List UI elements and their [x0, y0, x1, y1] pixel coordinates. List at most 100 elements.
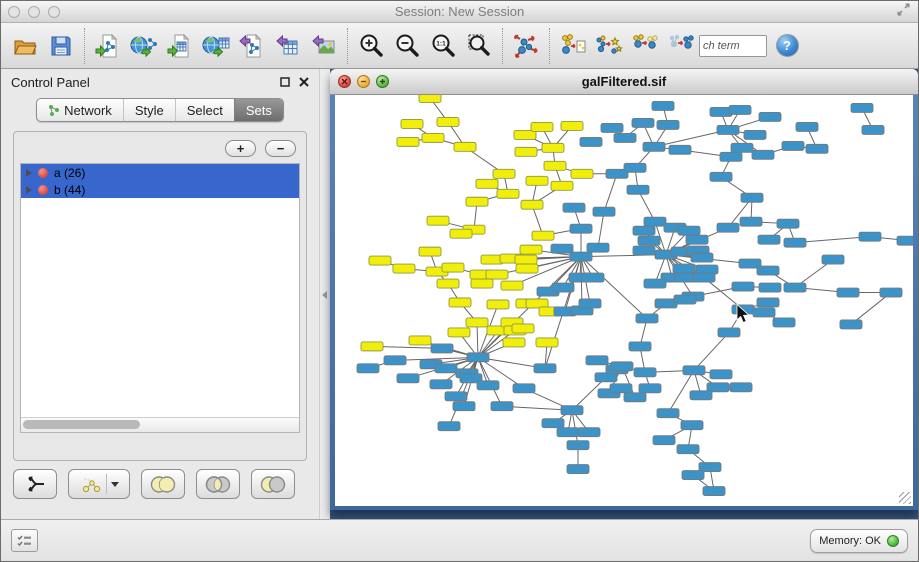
- export-image-button[interactable]: [306, 27, 342, 65]
- network-node[interactable]: [703, 487, 725, 496]
- network-node[interactable]: [445, 392, 467, 401]
- resize-grip[interactable]: [899, 492, 911, 504]
- network-node[interactable]: [369, 256, 391, 265]
- network-node[interactable]: [477, 381, 499, 390]
- tab-network[interactable]: Network: [37, 99, 123, 121]
- network-node[interactable]: [729, 105, 751, 114]
- network-node[interactable]: [361, 342, 383, 351]
- split-set-button[interactable]: [13, 469, 57, 499]
- network-node[interactable]: [674, 295, 696, 304]
- network-node[interactable]: [593, 207, 615, 216]
- network-node[interactable]: [491, 402, 513, 411]
- remove-set-button[interactable]: −: [265, 140, 296, 157]
- network-node[interactable]: [690, 391, 712, 400]
- network-node[interactable]: [513, 384, 535, 393]
- network-node[interactable]: [710, 172, 732, 181]
- network-node[interactable]: [476, 179, 498, 188]
- network-node[interactable]: [691, 253, 713, 262]
- network-node[interactable]: [638, 236, 660, 245]
- network-node[interactable]: [822, 255, 844, 264]
- network-node[interactable]: [453, 402, 475, 411]
- help-button[interactable]: ?: [775, 34, 799, 58]
- network-window-titlebar[interactable]: galFiltered.sif: [330, 69, 918, 95]
- network-node[interactable]: [563, 203, 585, 212]
- network-node[interactable]: [570, 252, 592, 261]
- network-node[interactable]: [427, 216, 449, 225]
- network-node[interactable]: [840, 320, 862, 329]
- network-node[interactable]: [880, 288, 902, 297]
- network-node[interactable]: [557, 428, 579, 437]
- export-network-button[interactable]: [234, 27, 270, 65]
- network-node[interactable]: [542, 419, 564, 428]
- network-node[interactable]: [634, 368, 656, 377]
- network-node[interactable]: [759, 112, 781, 121]
- network-node[interactable]: [614, 133, 636, 142]
- network-node[interactable]: [657, 409, 679, 418]
- network-node[interactable]: [471, 279, 493, 288]
- panel-splitter[interactable]: [319, 69, 330, 521]
- compare-networks-to-file-button[interactable]: [555, 27, 591, 65]
- tab-style[interactable]: Style: [123, 99, 175, 121]
- network-node[interactable]: [740, 217, 762, 226]
- network-node[interactable]: [610, 384, 632, 393]
- network-node[interactable]: [601, 123, 623, 132]
- tab-sets[interactable]: Sets: [234, 99, 283, 121]
- network-node[interactable]: [732, 282, 754, 291]
- network-node[interactable]: [579, 299, 601, 308]
- network-node[interactable]: [561, 121, 583, 130]
- network-node[interactable]: [580, 137, 602, 146]
- network-node[interactable]: [741, 193, 763, 202]
- set-row-a[interactable]: a (26): [21, 164, 299, 181]
- network-node[interactable]: [611, 362, 633, 371]
- network-window[interactable]: galFiltered.sif: [330, 69, 918, 510]
- network-node[interactable]: [673, 264, 695, 273]
- network-node[interactable]: [710, 370, 732, 379]
- network-node[interactable]: [544, 161, 566, 170]
- network-node[interactable]: [683, 366, 705, 375]
- fullscreen-icon[interactable]: [896, 2, 911, 22]
- network-node[interactable]: [639, 384, 661, 393]
- network-node[interactable]: [487, 300, 509, 309]
- network-node[interactable]: [851, 103, 873, 112]
- network-node[interactable]: [624, 163, 646, 172]
- memory-status-button[interactable]: Memory: OK: [810, 529, 908, 553]
- network-node[interactable]: [422, 133, 444, 142]
- network-node[interactable]: [466, 318, 488, 327]
- network-node[interactable]: [644, 279, 666, 288]
- network-node[interactable]: [644, 217, 666, 226]
- network-node[interactable]: [586, 356, 608, 365]
- network-node[interactable]: [859, 232, 881, 241]
- network-node[interactable]: [448, 328, 470, 337]
- network-node[interactable]: [806, 144, 828, 153]
- network-node[interactable]: [521, 200, 543, 209]
- network-node[interactable]: [744, 130, 766, 139]
- network-node[interactable]: [526, 176, 548, 185]
- network-node[interactable]: [627, 185, 649, 194]
- network-node[interactable]: [397, 137, 419, 146]
- zoom-actual-size-button[interactable]: 1:1: [425, 27, 461, 65]
- network-node[interactable]: [757, 298, 779, 307]
- network-node[interactable]: [784, 238, 806, 247]
- network-node[interactable]: [571, 169, 593, 178]
- network-node[interactable]: [435, 364, 457, 373]
- network-node[interactable]: [629, 342, 651, 351]
- network-node[interactable]: [536, 338, 558, 347]
- close-panel-icon[interactable]: [299, 75, 309, 90]
- network-node[interactable]: [401, 119, 423, 128]
- network-node[interactable]: [720, 152, 742, 161]
- network-node[interactable]: [520, 245, 542, 254]
- network-node[interactable]: [730, 383, 752, 392]
- network-node[interactable]: [531, 122, 553, 131]
- horizontal-scrollbar[interactable]: [21, 417, 299, 432]
- network-node[interactable]: [657, 120, 679, 129]
- network-node[interactable]: [437, 279, 459, 288]
- network-node[interactable]: [431, 344, 453, 353]
- network-node[interactable]: [796, 122, 818, 131]
- network-node[interactable]: [587, 243, 609, 252]
- network-node[interactable]: [636, 314, 658, 323]
- set-intersection-button[interactable]: [196, 469, 240, 499]
- network-node[interactable]: [419, 247, 441, 256]
- network-node[interactable]: [497, 189, 519, 198]
- zoom-in-button[interactable]: [353, 27, 389, 65]
- network-node[interactable]: [567, 441, 589, 450]
